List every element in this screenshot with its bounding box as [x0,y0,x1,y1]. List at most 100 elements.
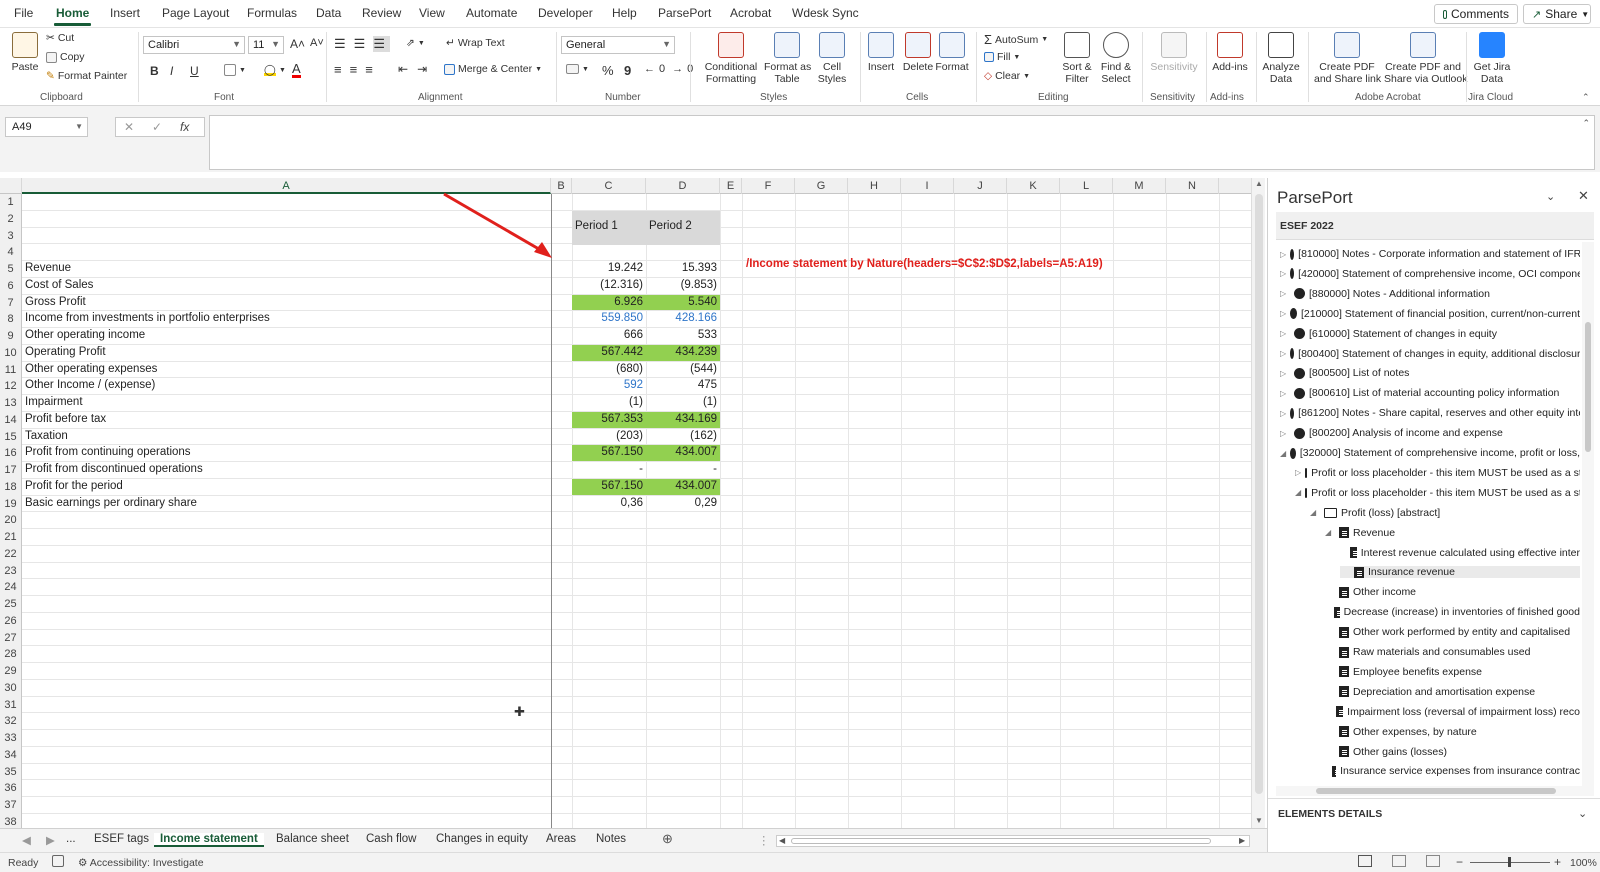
row-header[interactable]: 6 [0,277,22,295]
cell-styles-button[interactable]: Cell Styles [812,32,852,85]
grow-font-button[interactable]: A˄ [290,37,305,51]
row-header[interactable]: 26 [0,612,22,630]
period-1-value-cell[interactable]: (12.316) [572,278,646,294]
tree-item[interactable]: Other gains (losses) [1325,746,1580,758]
borders-button[interactable]: ▼ [224,64,246,76]
delete-cells-button[interactable]: Delete [900,32,936,73]
period-1-value-cell[interactable]: (203) [572,429,646,445]
tree-item[interactable]: ◢ Profit or loss placeholder - this item … [1295,487,1580,499]
expand-toggle-icon[interactable]: ◢ [1295,488,1301,497]
tree-item[interactable]: ▷ [420000] Statement of comprehensive inc… [1280,268,1580,280]
next-sheet-icon[interactable]: ▶ [46,833,55,847]
menu-tab-parseport[interactable]: ParsePort [658,6,711,20]
row-header[interactable]: 3 [0,227,22,245]
row-header[interactable]: 21 [0,529,22,546]
row-header[interactable]: 29 [0,663,22,680]
number-format-combo[interactable]: General ▼ [561,36,675,54]
expand-toggle-icon[interactable]: ▷ [1280,309,1286,318]
period-2-value-cell[interactable]: 434.239 [646,344,720,361]
cut-button[interactable]: ✂ Cut [46,32,74,44]
row-header[interactable]: 11 [0,361,22,379]
row-header[interactable]: 16 [0,445,22,462]
menu-tab-help[interactable]: Help [612,6,637,20]
tree-item[interactable]: Other income [1325,586,1580,598]
row-label-cell[interactable]: Profit for the period [22,479,551,495]
row-header[interactable]: 20 [0,512,22,529]
tree-item[interactable]: Raw materials and consumables used [1325,646,1580,658]
row-header[interactable]: 33 [0,730,22,747]
tree-horizontal-scrollbar[interactable] [1276,786,1594,796]
period-2-value-cell[interactable]: 434.169 [646,411,720,428]
page-break-view-icon[interactable] [1426,855,1440,867]
tag-annotation[interactable]: /Income statement by Nature(headers=$C$2… [746,258,1103,270]
tree-item[interactable]: ▷ [800500] List of notes [1280,367,1580,379]
expand-toggle-icon[interactable]: ▷ [1280,269,1286,278]
sheet-tab-changes-in-equity[interactable]: Changes in equity [436,833,528,845]
tree-item[interactable]: Depreciation and amortisation expense [1325,686,1580,698]
vertical-align-buttons[interactable]: ☰ ☰ ☰ [334,36,390,52]
expand-toggle-icon[interactable]: ▷ [1280,289,1290,298]
row-label-cell[interactable]: Impairment [22,395,551,411]
add-ins-button[interactable]: Add-ins [1210,32,1250,73]
expand-toggle-icon[interactable]: ◢ [1310,508,1320,517]
tree-item[interactable]: Decrease (increase) in inventories of fi… [1325,606,1580,618]
scroll-right-icon[interactable]: ▶ [1239,836,1245,845]
grid-vertical-scrollbar[interactable]: ▲ ▼ [1251,178,1265,828]
enter-icon[interactable]: ✓ [152,120,162,134]
row-header[interactable]: 14 [0,411,22,429]
row-label-cell[interactable]: Cost of Sales [22,278,551,294]
menu-tab-view[interactable]: View [419,6,445,20]
share-button[interactable]: ↗ Share ▼ [1523,4,1591,24]
row-header[interactable]: 37 [0,797,22,814]
tree-item[interactable]: ▷ Profit or loss placeholder - this item … [1295,467,1580,479]
accounting-format-button[interactable]: ▼ [566,64,589,74]
menu-tab-developer[interactable]: Developer [538,6,593,20]
horizontal-align-buttons[interactable]: ≡ ≡ ≡ [334,62,378,77]
prev-sheet-icon[interactable]: ◀ [22,833,31,847]
indent-buttons[interactable]: ⇤ ⇥ [398,62,433,76]
menu-tab-formulas[interactable]: Formulas [247,6,297,20]
sheet-tab-balance-sheet[interactable]: Balance sheet [276,833,349,845]
tree-item[interactable]: ▷ [800200] Analysis of income and expense [1280,427,1580,439]
sheet-tab-notes[interactable]: Notes [596,833,626,845]
period-2-value-cell[interactable]: 434.007 [646,478,720,495]
column-header-j[interactable]: J [954,178,1007,194]
expand-toggle-icon[interactable]: ◢ [1280,449,1286,458]
row-header[interactable]: 30 [0,679,22,697]
row-header[interactable]: 19 [0,495,22,513]
period-2-value-cell[interactable]: 5.540 [646,294,720,311]
percent-button[interactable]: % [602,63,614,78]
period-2-value-cell[interactable]: - [646,462,720,478]
period-1-value-cell[interactable]: 559.850 [572,311,646,327]
worksheet-grid[interactable]: A B C D E F G H I J K L M N 1 2 3 4 5 6 7 8 9 10 1… [0,178,1251,831]
row-header[interactable]: 9 [0,328,22,345]
tree-scrollbar[interactable] [1582,242,1594,786]
collapse-ribbon-icon[interactable]: ⌃ [1582,92,1590,103]
row-label-cell[interactable]: Other operating expenses [22,362,551,378]
row-header[interactable]: 10 [0,344,22,362]
row-label-cell[interactable]: Profit before tax [22,412,551,428]
format-painter-button[interactable]: ✎ Format Painter [46,70,127,82]
row-header[interactable]: 34 [0,746,22,764]
tree-item[interactable]: Other expenses, by nature [1325,726,1580,738]
conditional-formatting-button[interactable]: Conditional Formatting [700,32,762,85]
period-2-value-cell[interactable]: 0,29 [646,496,720,512]
scroll-thumb[interactable] [1255,194,1263,794]
fill-color-button[interactable]: ◯ ▼ [264,64,286,76]
font-size-combo[interactable]: 11 ▼ [248,36,284,54]
row-header[interactable]: 1 [0,194,22,211]
scroll-up-icon[interactable]: ▲ [1255,179,1263,188]
row-label-cell[interactable]: Basic earnings per ordinary share [22,496,551,512]
pane-options-chevron-icon[interactable]: ⌄ [1546,190,1555,203]
menu-tab-page-layout[interactable]: Page Layout [162,6,229,20]
row-header[interactable]: 2 [0,210,22,228]
row-header[interactable]: 23 [0,562,22,580]
row-label-cell[interactable]: Gross Profit [22,295,551,311]
period-header-block[interactable]: Period 1 Period 2 [572,211,720,245]
font-color-button[interactable]: A [292,62,301,78]
tree-item[interactable]: Insurance service expenses from insuranc… [1325,765,1580,777]
period-1-value-cell[interactable]: 567.353 [572,411,646,428]
sheet-tab-areas[interactable]: Areas [546,833,576,845]
scroll-left-icon[interactable]: ◀ [779,836,785,845]
chevron-down-icon[interactable]: ⌄ [1578,807,1587,820]
